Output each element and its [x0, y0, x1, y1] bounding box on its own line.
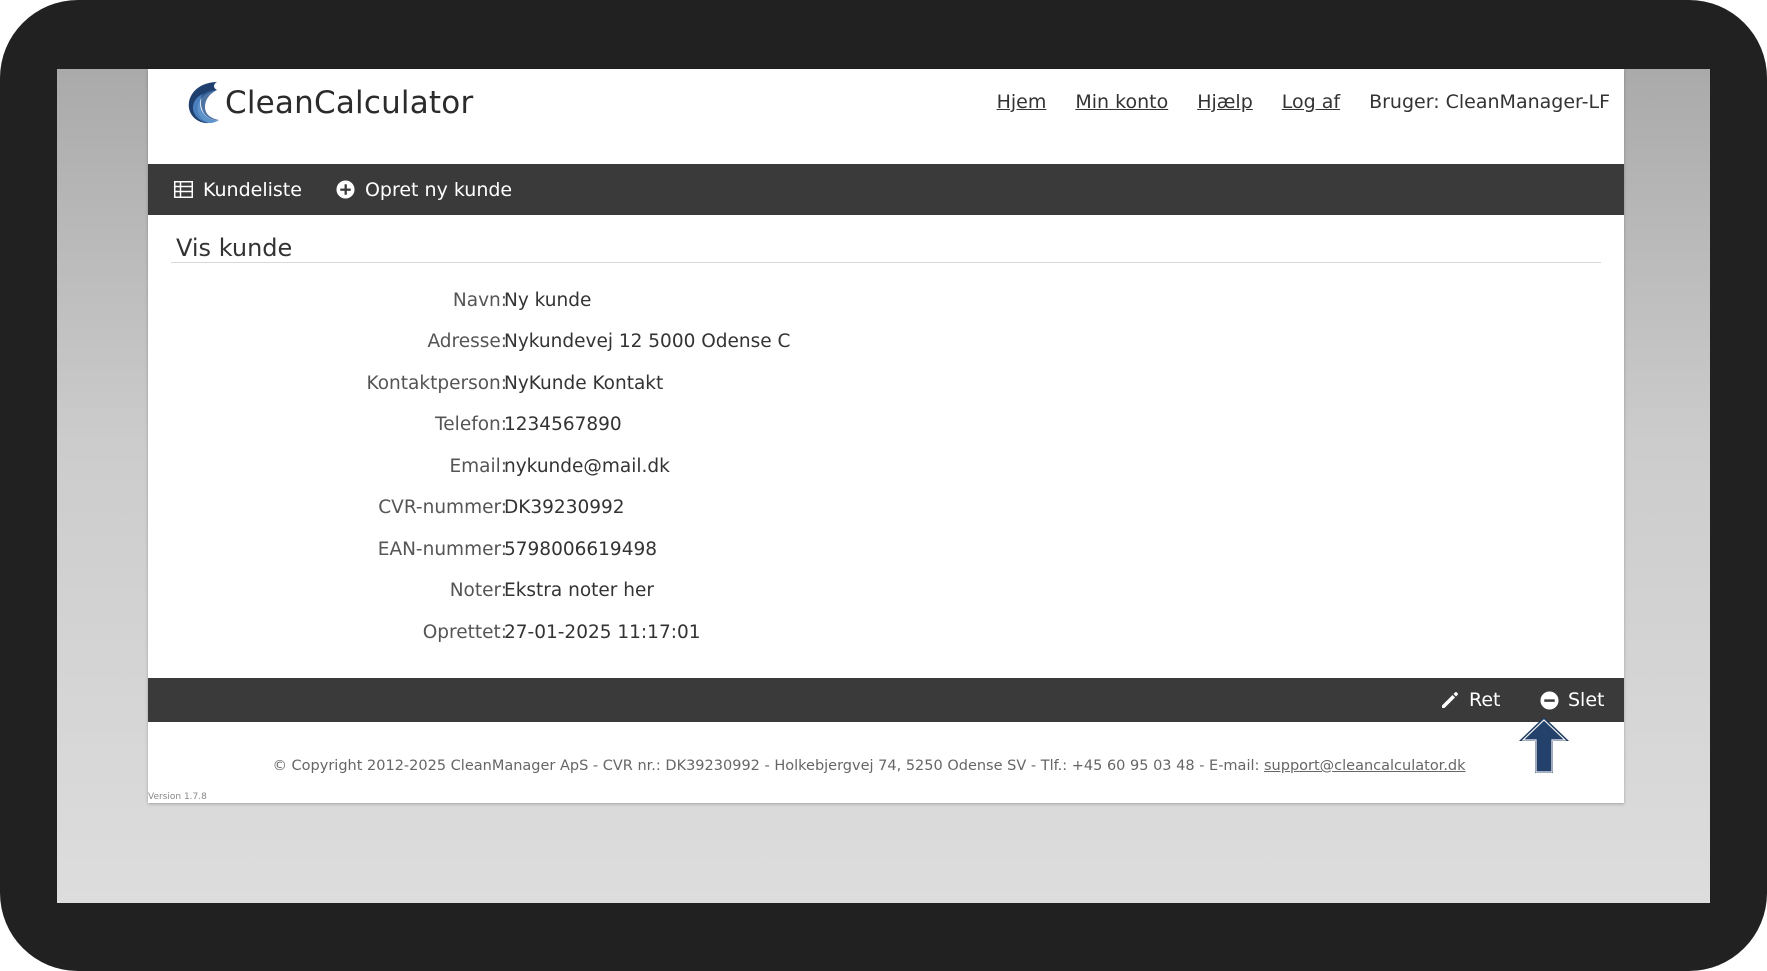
nav-link-home[interactable]: Hjem [997, 91, 1047, 113]
detail-label: Telefon: [435, 414, 507, 435]
detail-label: CVR-nummer: [378, 497, 507, 518]
detail-value: Nykundevej 12 5000 Odense C [504, 331, 791, 352]
footer-text: © Copyright 2012-2025 CleanManager ApS -… [272, 758, 1264, 774]
current-user: Bruger: CleanManager-LF [1369, 91, 1610, 113]
logo-text: CleanCalculator [225, 85, 474, 121]
detail-label: Noter: [449, 580, 507, 601]
version-label: Version 1.7.8 [148, 792, 207, 802]
detail-row-notes: Noter: Ekstra noter her [148, 576, 1624, 606]
device-frame: CleanCalculator Hjem Min konto Hjælp Log… [0, 0, 1767, 971]
detail-value: Ny kunde [504, 289, 592, 311]
detail-label: Email: [449, 455, 507, 477]
nav-link-logout[interactable]: Log af [1282, 91, 1340, 113]
detail-row-name: Navn: Ny kunde [148, 285, 1624, 315]
customer-list-label: Kundeliste [203, 178, 302, 201]
detail-row-contact-person: Kontaktperson: NyKunde Kontakt [148, 368, 1624, 398]
detail-value: nykunde@mail.dk [504, 455, 670, 477]
detail-row-email: Email: nykunde@mail.dk [148, 451, 1624, 481]
detail-label: Kontaktperson: [366, 372, 507, 394]
browser-viewport: CleanCalculator Hjem Min konto Hjælp Log… [57, 69, 1710, 903]
minus-circle-icon [1540, 690, 1559, 710]
detail-label: Adresse: [427, 331, 507, 352]
detail-row-cvr: CVR-nummer: DK39230992 [148, 493, 1624, 523]
toolbar: Kundeliste Opret ny kunde [148, 164, 1624, 215]
create-customer-label: Opret ny kunde [364, 178, 513, 201]
detail-label: EAN-nummer: [377, 538, 507, 560]
edit-label: Ret [1469, 689, 1501, 711]
delete-label: Slet [1568, 689, 1605, 711]
detail-value: DK39230992 [504, 497, 625, 518]
footer: © Copyright 2012-2025 CleanManager ApS -… [148, 758, 1590, 774]
detail-row-address: Adresse: Nykundevej 12 5000 Odense C [148, 327, 1624, 357]
table-icon [174, 181, 193, 198]
support-email-link[interactable]: support@cleancalculator.dk [1264, 758, 1466, 774]
detail-value: 5798006619498 [504, 538, 658, 560]
edit-button[interactable]: Ret [1440, 678, 1501, 722]
page-title: Vis kunde [176, 234, 293, 262]
wave-logo-icon [188, 82, 219, 124]
detail-row-ean: EAN-nummer: 5798006619498 [148, 534, 1624, 564]
detail-value: NyKunde Kontakt [504, 372, 664, 394]
delete-button[interactable]: Slet [1540, 678, 1604, 722]
detail-value: 27-01-2025 11:17:01 [504, 621, 701, 643]
top-nav: Hjem Min konto Hjælp Log af Bruger: Clea… [997, 91, 1610, 113]
detail-label: Oprettet: [422, 621, 507, 643]
detail-value: 1234567890 [504, 414, 622, 435]
nav-link-help[interactable]: Hjælp [1197, 91, 1253, 113]
plus-circle-icon [336, 180, 355, 199]
up-arrow-icon [1519, 717, 1569, 773]
detail-row-phone: Telefon: 1234567890 [148, 410, 1624, 440]
header: CleanCalculator Hjem Min konto Hjælp Log… [148, 69, 1624, 164]
create-customer-button[interactable]: Opret ny kunde [336, 179, 512, 201]
nav-link-my-account[interactable]: Min konto [1075, 91, 1168, 113]
pencil-icon [1442, 692, 1458, 708]
logo[interactable]: CleanCalculator [183, 79, 473, 127]
detail-value: Ekstra noter her [504, 580, 654, 601]
detail-label: Navn: [452, 289, 507, 311]
customer-list-button[interactable]: Kundeliste [174, 179, 302, 201]
title-divider [171, 262, 1601, 263]
detail-row-created: Oprettet: 27-01-2025 11:17:01 [148, 617, 1624, 647]
action-bar: Ret Slet [148, 678, 1624, 722]
page-container: CleanCalculator Hjem Min konto Hjælp Log… [148, 69, 1624, 803]
